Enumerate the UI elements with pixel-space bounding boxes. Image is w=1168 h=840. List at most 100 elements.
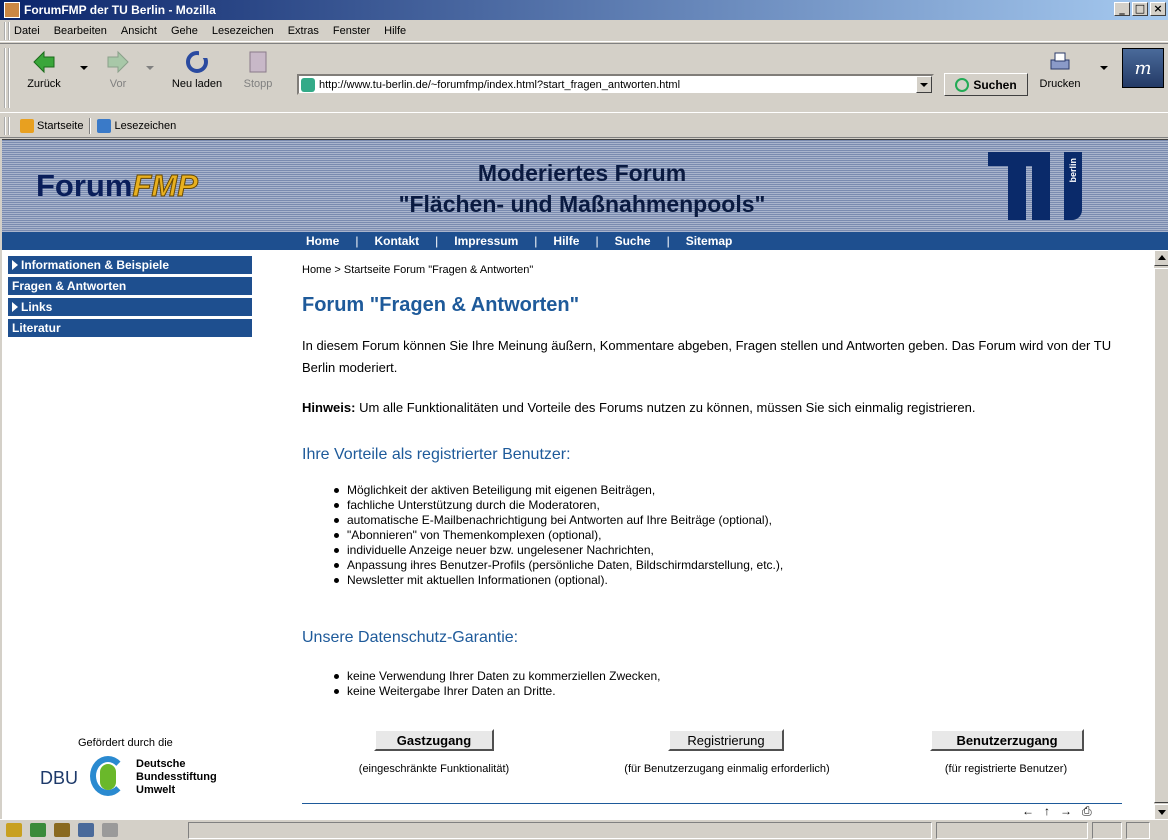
scroll-down-icon[interactable] bbox=[1154, 804, 1168, 819]
print-icon[interactable]: ⎙ bbox=[1082, 804, 1092, 819]
address-book-icon[interactable] bbox=[78, 823, 94, 837]
scroll-up-icon[interactable] bbox=[1154, 250, 1168, 266]
maximize-button[interactable]: □ bbox=[1132, 2, 1148, 16]
dbu-logo[interactable]: DBU Deutsche Bundesstiftung Umwelt bbox=[40, 754, 240, 808]
nav-hilfe[interactable]: Hilfe bbox=[553, 234, 579, 248]
navigation-toolbar: Zurück Vor Neu laden Stopp http://www.tu… bbox=[0, 43, 1168, 113]
list-item: keine Verwendung Ihrer Daten zu kommerzi… bbox=[332, 669, 661, 684]
vertical-scrollbar[interactable] bbox=[1154, 250, 1168, 819]
bookmarks-button[interactable]: Lesezeichen bbox=[91, 118, 182, 133]
url-bar[interactable]: http://www.tu-berlin.de/~forumfmp/index.… bbox=[297, 74, 934, 95]
status-bar bbox=[0, 819, 1168, 840]
gastzugang-caption: (eingeschränkte Funktionalität) bbox=[358, 763, 510, 775]
sidebar-item-informationen[interactable]: Informationen & Beispiele bbox=[8, 256, 252, 274]
menu-datei[interactable]: Datei bbox=[14, 25, 40, 37]
menu-gehe[interactable]: Gehe bbox=[171, 25, 198, 37]
intro-text: In diesem Forum können Sie Ihre Meinung … bbox=[302, 338, 1112, 375]
registrierung-caption: (für Benutzerzugang einmalig erforderlic… bbox=[624, 763, 830, 775]
menu-bearbeiten[interactable]: Bearbeiten bbox=[54, 25, 107, 37]
datenschutz-list: keine Verwendung Ihrer Daten zu kommerzi… bbox=[332, 669, 661, 699]
nav-home[interactable]: Home bbox=[306, 234, 339, 248]
arrow-right-icon[interactable]: → bbox=[1060, 804, 1072, 819]
page-viewport: ForumFMP Moderiertes Forum "Flächen- und… bbox=[2, 139, 1168, 819]
top-navigation: Home | Kontakt | Impressum | Hilfe | Suc… bbox=[2, 232, 1168, 250]
reload-button[interactable]: Neu laden bbox=[166, 50, 228, 90]
back-dropdown-icon[interactable] bbox=[80, 66, 88, 70]
list-item: Newsletter mit aktuellen Informationen (… bbox=[332, 573, 783, 588]
datenschutz-heading: Unsere Datenschutz-Garantie: bbox=[302, 629, 519, 646]
menu-ansicht[interactable]: Ansicht bbox=[121, 25, 157, 37]
home-link[interactable]: Startseite bbox=[14, 118, 89, 133]
irc-icon[interactable] bbox=[102, 823, 118, 837]
back-arrow-icon bbox=[32, 50, 56, 74]
stop-icon bbox=[246, 50, 270, 74]
reload-icon bbox=[185, 50, 209, 74]
minimize-button[interactable]: _ bbox=[1114, 2, 1130, 16]
toolbar-grip[interactable] bbox=[4, 116, 10, 135]
list-item: keine Weitergabe Ihrer Daten an Dritte. bbox=[332, 684, 661, 699]
vorteile-heading: Ihre Vorteile als registrierter Benutzer… bbox=[302, 446, 571, 463]
navigator-icon[interactable] bbox=[6, 823, 22, 837]
menu-hilfe[interactable]: Hilfe bbox=[384, 25, 406, 37]
arrow-up-icon[interactable]: ↑ bbox=[1044, 804, 1050, 819]
menu-extras[interactable]: Extras bbox=[288, 25, 319, 37]
mail-icon[interactable] bbox=[30, 823, 46, 837]
list-item: fachliche Unterstützung durch die Modera… bbox=[332, 498, 783, 513]
sidebar-item-literatur[interactable]: Literatur bbox=[8, 319, 252, 337]
registrierung-button[interactable]: Registrierung bbox=[668, 729, 784, 751]
hint-text: Hinweis: Um alle Funktionalitäten und Vo… bbox=[302, 400, 976, 415]
scrollbar-thumb[interactable] bbox=[1154, 268, 1168, 803]
forward-button[interactable]: Vor bbox=[100, 50, 136, 90]
side-navigation: Informationen & Beispiele Fragen & Antwo… bbox=[8, 256, 252, 340]
toolbar-grip[interactable] bbox=[4, 21, 10, 40]
toolbar-grip[interactable] bbox=[4, 48, 10, 108]
security-lock-icon[interactable] bbox=[1126, 822, 1150, 839]
sidebar-item-fragen-antworten[interactable]: Fragen & Antworten bbox=[8, 277, 252, 295]
list-item: automatische E-Mailbenachrichtigung bei … bbox=[332, 513, 783, 528]
print-button[interactable]: Drucken bbox=[1036, 50, 1084, 90]
page-title: Forum "Fragen & Antworten" bbox=[302, 294, 580, 316]
page-navigation-arrows: ← ↑ → ⎙ bbox=[1022, 804, 1092, 819]
forumfmp-logo[interactable]: ForumFMP bbox=[36, 168, 198, 204]
personal-toolbar: Startseite Lesezeichen bbox=[0, 114, 1168, 138]
close-button[interactable]: × bbox=[1150, 2, 1166, 16]
online-icon[interactable] bbox=[1092, 822, 1122, 839]
composer-icon[interactable] bbox=[54, 823, 70, 837]
arrow-left-icon[interactable]: ← bbox=[1022, 804, 1034, 819]
bookmarks-icon bbox=[97, 118, 112, 133]
tu-berlin-logo[interactable]: berlin bbox=[988, 152, 1088, 222]
breadcrumb[interactable]: Home > Startseite Forum "Fragen & Antwor… bbox=[302, 264, 533, 276]
sponsor-label: Gefördert durch die bbox=[78, 737, 173, 749]
search-button[interactable]: Suchen bbox=[944, 73, 1028, 96]
print-dropdown-icon[interactable] bbox=[1100, 66, 1108, 70]
menu-fenster[interactable]: Fenster bbox=[333, 25, 370, 37]
nav-suche[interactable]: Suche bbox=[615, 234, 651, 248]
nav-kontakt[interactable]: Kontakt bbox=[374, 234, 419, 248]
progress-panel bbox=[936, 822, 1088, 839]
list-item: individuelle Anzeige neuer bzw. ungelese… bbox=[332, 543, 783, 558]
expand-arrow-icon bbox=[12, 302, 18, 312]
app-icon bbox=[4, 2, 20, 18]
site-title: Moderiertes Forum "Flächen- und Maßnahme… bbox=[398, 160, 766, 217]
url-text[interactable]: http://www.tu-berlin.de/~forumfmp/index.… bbox=[319, 79, 680, 91]
back-button[interactable]: Zurück bbox=[24, 50, 64, 90]
menu-lesezeichen[interactable]: Lesezeichen bbox=[212, 25, 274, 37]
status-text-panel bbox=[188, 822, 932, 839]
sidebar-item-links[interactable]: Links bbox=[8, 298, 252, 316]
gastzugang-button[interactable]: Gastzugang bbox=[374, 729, 494, 751]
benutzerzugang-button[interactable]: Benutzerzugang bbox=[930, 729, 1084, 751]
expand-arrow-icon bbox=[12, 260, 18, 270]
content-divider bbox=[302, 803, 1122, 804]
window-title: ForumFMP der TU Berlin - Mozilla bbox=[24, 3, 216, 17]
list-item: "Abonnieren" von Themenkomplexen (option… bbox=[332, 528, 783, 543]
benutzerzugang-caption: (für registrierte Benutzer) bbox=[944, 763, 1068, 775]
url-dropdown-icon[interactable] bbox=[916, 76, 932, 93]
title-bar: ForumFMP der TU Berlin - Mozilla _ □ × bbox=[0, 0, 1168, 20]
forward-dropdown-icon[interactable] bbox=[146, 66, 154, 70]
forward-arrow-icon bbox=[106, 50, 130, 74]
mozilla-throbber-icon[interactable]: m bbox=[1122, 48, 1164, 88]
stop-button[interactable]: Stopp bbox=[240, 50, 276, 90]
nav-impressum[interactable]: Impressum bbox=[454, 234, 518, 248]
nav-sitemap[interactable]: Sitemap bbox=[686, 234, 733, 248]
home-icon bbox=[20, 118, 34, 133]
